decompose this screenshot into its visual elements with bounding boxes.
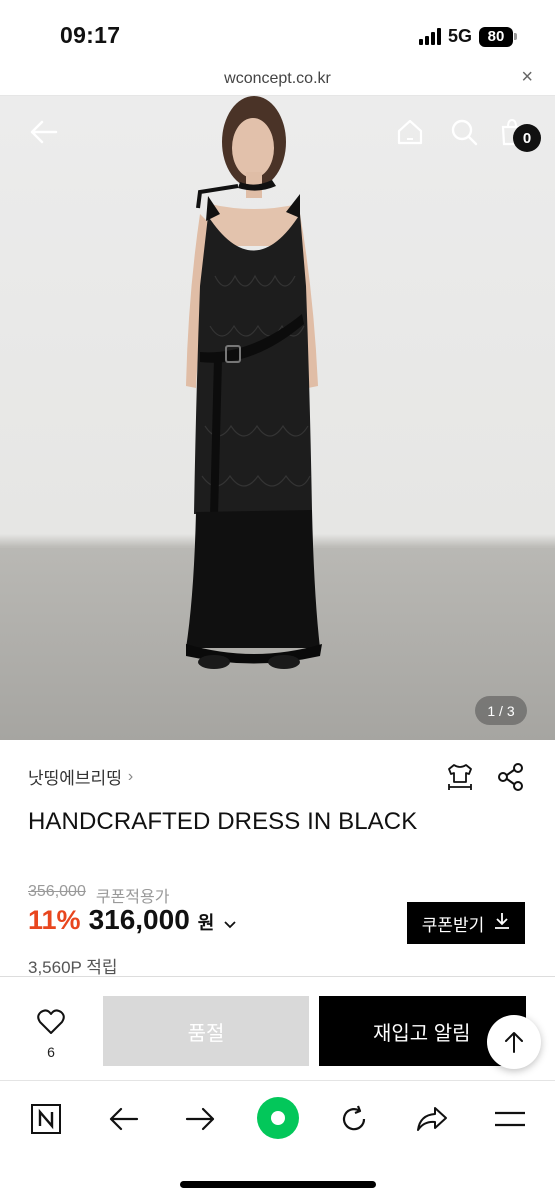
cart-count-badge: 0	[513, 124, 541, 152]
brand-link[interactable]: 낫띵에브리띵 ›	[28, 764, 133, 789]
discount-rate: 11%	[28, 905, 81, 935]
green-dot-icon[interactable]	[255, 1095, 301, 1141]
purchase-bar: 6 품절 재입고 알림	[0, 976, 555, 1080]
naver-n-icon[interactable]	[24, 1097, 68, 1141]
share-icon[interactable]	[497, 762, 525, 797]
status-bar: 09:17 5G 80	[0, 0, 555, 64]
arrow-up-icon	[505, 1032, 523, 1053]
status-indicators: 5G 80	[418, 26, 517, 47]
network-type: 5G	[447, 26, 472, 46]
menu-icon[interactable]	[488, 1097, 532, 1141]
next-arrow-icon[interactable]	[178, 1097, 222, 1141]
brand-name[interactable]: 낫띵에브리띵	[28, 764, 122, 789]
url-text[interactable]: wconcept.co.kr	[0, 70, 555, 88]
signal-icon	[418, 28, 441, 45]
home-icon[interactable]	[394, 116, 426, 148]
coupon-download-button[interactable]: 쿠폰받기	[407, 902, 525, 944]
home-indicator	[180, 1181, 376, 1188]
close-icon[interactable]: ×	[521, 66, 533, 89]
battery-level: 80	[479, 26, 513, 47]
prev-arrow-icon[interactable]	[102, 1097, 146, 1141]
url-bar[interactable]: wconcept.co.kr ×	[0, 64, 555, 96]
model-figure	[186, 96, 322, 669]
product-title: HANDCRAFTED DRESS IN BLACK	[28, 808, 418, 835]
size-guide-icon[interactable]	[445, 762, 475, 797]
sale-price: 316,000	[88, 904, 190, 935]
product-image[interactable]: 0 1 / 3	[0, 96, 555, 740]
share-forward-icon[interactable]	[410, 1097, 454, 1141]
download-icon	[494, 912, 510, 935]
scroll-top-button[interactable]	[487, 1015, 541, 1069]
coupon-button-label: 쿠폰받기	[421, 915, 485, 935]
image-pager: 1 / 3	[475, 696, 527, 725]
soldout-button: 품절	[103, 996, 309, 1066]
heart-icon	[37, 1009, 65, 1034]
battery-icon: 80	[479, 26, 517, 47]
wish-count: 6	[47, 1044, 55, 1060]
search-icon[interactable]	[448, 116, 480, 148]
refresh-icon[interactable]	[332, 1097, 376, 1141]
price-row[interactable]: 11% 316,000 원	[28, 904, 236, 936]
back-arrow-icon[interactable]	[28, 116, 60, 148]
wishlist-button[interactable]: 6	[30, 1009, 72, 1060]
status-time: 09:17	[60, 22, 121, 48]
chevron-right-icon: ›	[127, 767, 134, 785]
chevron-down-icon[interactable]	[224, 916, 236, 932]
browser-toolbar	[0, 1080, 555, 1200]
points-earn: 3,560P 적립	[28, 958, 118, 977]
product-actions	[445, 762, 525, 797]
currency-label: 원	[197, 913, 215, 933]
